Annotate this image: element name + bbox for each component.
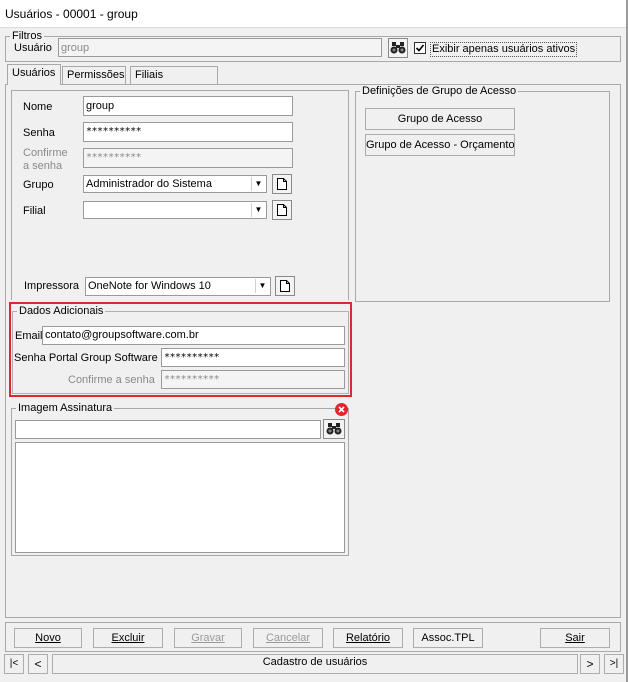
next-record-button[interactable]: > [580,654,600,674]
document-icon [277,204,287,216]
group-new-button[interactable] [272,174,292,194]
tab-filiais-permitidas[interactable]: Filiais Permitidas [130,66,218,98]
group-select[interactable]: Administrador do Sistema ▼ [83,175,267,193]
portal-password-input[interactable]: ********** [161,348,345,367]
filter-user-label: Usuário [14,42,52,54]
delete-button[interactable]: Excluir [93,628,163,648]
access-group-budget-button[interactable]: Grupo de Acesso - Orçamento [365,134,515,156]
signature-image-area[interactable] [15,442,345,553]
last-record-button[interactable]: >| [604,654,624,674]
cancel-button[interactable]: Cancelar [253,628,323,648]
binoculars-icon [326,423,342,435]
name-label: Nome [23,101,53,113]
chevron-down-icon[interactable]: ▼ [255,279,269,293]
tab-permissoes[interactable]: Permissões [62,66,126,84]
active-only-label[interactable]: Exibir apenas usuários ativos [430,42,578,57]
binoculars-icon [390,42,406,54]
printer-select-value: OneNote for Windows 10 [88,280,211,292]
document-icon [277,178,287,190]
tab-usuarios[interactable]: Usuários [7,64,61,85]
confirm-label-line2: a senha [23,160,63,172]
save-button[interactable]: Gravar [174,628,242,648]
access-group-button[interactable]: Grupo de Acesso [365,108,515,130]
portal-confirm-label: Confirme a senha [68,374,155,386]
confirm-password-input: ********** [83,148,293,168]
active-only-checkbox[interactable] [414,42,426,54]
filters-legend: Filtros [12,30,42,42]
branch-label: Filial [23,205,46,217]
close-icon [338,406,345,413]
portal-confirm-input: ********** [161,370,345,389]
assoc-tpl-button[interactable]: Assoc.TPL [413,628,483,648]
branch-new-button[interactable] [272,200,292,220]
password-input[interactable]: ********** [83,122,293,142]
password-label: Senha [23,127,55,139]
printer-label: Impressora [24,280,80,292]
exit-button[interactable]: Sair [540,628,610,648]
filter-search-button[interactable] [388,38,408,58]
group-select-value: Administrador do Sistema [86,178,212,190]
window-title: Usuários - 00001 - group [0,0,628,28]
signature-path-input[interactable] [15,420,321,439]
printer-new-button[interactable] [275,276,295,296]
signature-legend: Imagem Assinatura [18,402,113,414]
prev-record-button[interactable]: < [28,654,48,674]
portal-password-label: Senha Portal Group Software [14,352,158,364]
email-label: Email [15,330,43,342]
printer-select[interactable]: OneNote for Windows 10 ▼ [85,277,271,296]
checkmark-icon [415,44,425,52]
name-input[interactable]: group [83,96,293,116]
report-button[interactable]: Relatório [333,628,403,648]
signature-search-button[interactable] [323,419,345,439]
chevron-down-icon[interactable]: ▼ [251,203,265,217]
access-group-legend: Definições de Grupo de Acesso [362,85,517,97]
status-text: Cadastro de usuários [52,654,578,674]
new-button[interactable]: Novo [14,628,82,648]
remove-image-icon[interactable] [335,403,348,416]
first-record-button[interactable]: |< [4,654,24,674]
confirm-label-line1: Confirme [23,147,68,159]
group-label: Grupo [23,179,54,191]
branch-select[interactable]: ▼ [83,201,267,219]
email-input[interactable]: contato@groupsoftware.com.br [42,326,345,345]
chevron-down-icon[interactable]: ▼ [251,177,265,191]
document-icon [280,280,290,292]
filter-user-input[interactable]: group [58,38,382,57]
additional-data-legend: Dados Adicionais [19,305,104,317]
